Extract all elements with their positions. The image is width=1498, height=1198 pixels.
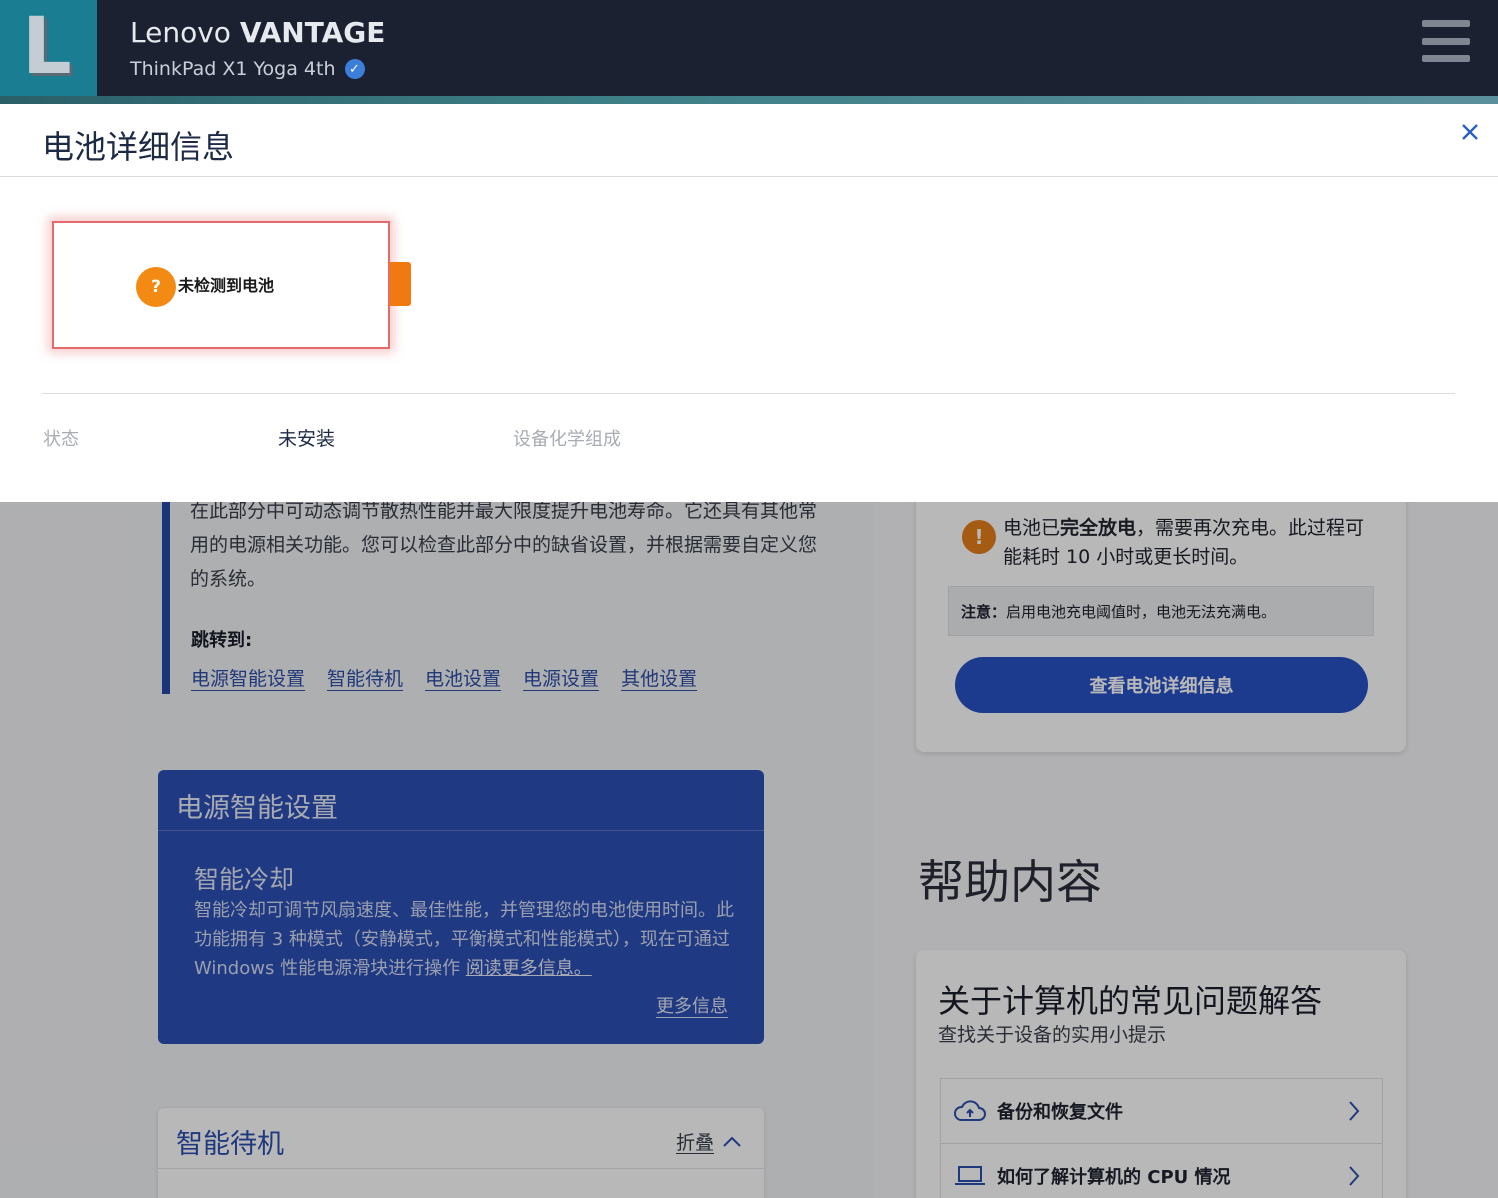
card-title: 智能待机 — [176, 1129, 284, 1160]
view-battery-details-button[interactable]: 查看电池详细信息 — [955, 657, 1368, 713]
smart-cooling-description: 智能冷却可调节风扇速度、最佳性能，并管理您的电池使用时间。此功能拥有 3 种模式… — [194, 896, 734, 983]
read-more-link[interactable]: 阅读更多信息。 — [466, 958, 592, 979]
help-content-title: 帮助内容 — [918, 855, 1102, 909]
more-info-link[interactable]: 更多信息 — [656, 992, 728, 1018]
jump-link-power-settings[interactable]: 电源设置 — [523, 664, 599, 691]
battery-terminal — [390, 262, 411, 306]
card-title: 电源智能设置 — [176, 793, 338, 824]
brand-name: Lenovo — [130, 16, 231, 49]
smart-standby-card: 智能待机 折叠 — [158, 1108, 764, 1198]
charge-threshold-note: 注意：启用电池充电阈值时，电池无法充满电。 — [948, 586, 1374, 636]
battery-warning-text: 电池已完全放电，需要再次充电。此过程可能耗时 10 小时或更长时间。 — [1003, 517, 1365, 568]
app-header: L Lenovo VANTAGE ThinkPad X1 Yoga 4th ✓ — [0, 0, 1498, 104]
logo-letter: L — [22, 2, 72, 92]
faq-item-label: 如何了解计算机的 CPU 情况 — [997, 1167, 1231, 1188]
card-divider — [158, 1168, 764, 1169]
battery-details-modal: 电池详细信息 ? 未检测到电池 状态 未安装 设备化学组成 — [0, 104, 1498, 502]
card-divider — [158, 830, 764, 831]
question-mark-icon: ? — [136, 267, 176, 307]
intro-text: 在此部分中可动态调节散热性能并最大限度提升电池寿命。它还具有其他常用的电源相关功… — [190, 500, 818, 590]
vantage-logo: L — [0, 0, 97, 97]
jump-link-power-smart-settings[interactable]: 电源智能设置 — [191, 664, 305, 691]
close-icon[interactable] — [1456, 118, 1484, 146]
chevron-right-icon — [1349, 1101, 1360, 1121]
status-label: 状态 — [43, 429, 79, 450]
jump-to-label: 跳转到: — [191, 630, 253, 651]
faq-item-cpu[interactable]: 如何了解计算机的 CPU 情况 — [940, 1143, 1383, 1198]
jump-link-battery-settings[interactable]: 电池设置 — [425, 664, 501, 691]
verified-check-icon: ✓ — [344, 59, 365, 79]
device-name: ThinkPad X1 Yoga 4th ✓ — [130, 58, 365, 80]
modal-header-divider — [0, 176, 1498, 177]
faq-item-label: 备份和恢复文件 — [997, 1102, 1123, 1123]
chevron-right-icon — [1349, 1166, 1360, 1186]
collapse-button[interactable]: 折叠 — [676, 1128, 742, 1155]
smart-cooling-text: 智能冷却可调节风扇速度、最佳性能，并管理您的电池使用时间。此功能拥有 3 种模式… — [194, 900, 734, 979]
battery-status-text: 未检测到电池 — [178, 276, 275, 295]
hamburger-menu-icon[interactable] — [1422, 20, 1470, 62]
power-smart-settings-card: 电源智能设置 智能冷却 智能冷却可调节风扇速度、最佳性能，并管理您的电池使用时间… — [158, 770, 764, 1044]
chevron-up-icon — [723, 1136, 741, 1147]
laptop-icon — [953, 1162, 987, 1190]
jump-links: 电源智能设置 智能待机 电池设置 电源设置 其他设置 — [191, 664, 697, 691]
details-divider — [42, 393, 1455, 394]
collapse-label: 折叠 — [675, 1132, 714, 1154]
faq-item-backup[interactable]: 备份和恢复文件 — [940, 1078, 1383, 1144]
status-value: 未安装 — [278, 428, 336, 450]
smart-cooling-title: 智能冷却 — [194, 865, 295, 894]
faq-subtitle: 查找关于设备的实用小提示 — [938, 1024, 1167, 1046]
product-name: VANTAGE — [239, 16, 386, 49]
app-title: Lenovo VANTAGE — [130, 16, 385, 49]
jump-link-other-settings[interactable]: 其他设置 — [621, 664, 697, 691]
modal-title: 电池详细信息 — [42, 128, 235, 166]
warning-icon: ! — [962, 520, 996, 554]
faq-title: 关于计算机的常见问题解答 — [938, 982, 1323, 1020]
device-label: ThinkPad X1 Yoga 4th — [130, 58, 336, 80]
jump-link-smart-standby[interactable]: 智能待机 — [327, 664, 403, 691]
chemistry-label: 设备化学组成 — [513, 429, 621, 450]
cloud-sync-icon — [953, 1097, 987, 1125]
